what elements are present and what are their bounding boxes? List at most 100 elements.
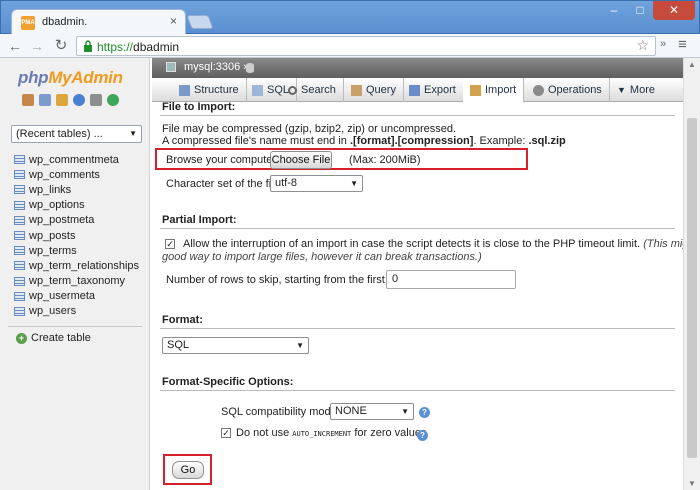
tab-label: Structure xyxy=(194,84,239,96)
format-options-title: Format-Specific Options: xyxy=(162,376,294,388)
sql-icon xyxy=(252,84,263,96)
server-breadcrumb[interactable]: mysql:3306 » xyxy=(184,61,249,73)
forward-icon[interactable]: → xyxy=(28,37,46,55)
auto-increment-help-icon[interactable]: ? xyxy=(417,430,428,441)
sidebar-table-label: wp_users xyxy=(29,305,77,318)
documentation-icon[interactable] xyxy=(90,94,102,106)
tab-structure[interactable]: Structure xyxy=(172,78,247,102)
auto-inc-suffix: for zero values xyxy=(351,427,427,439)
table-icon xyxy=(14,306,25,316)
tab-label: Operations xyxy=(548,84,602,96)
compat-label: SQL compatibility mode: xyxy=(221,406,340,418)
compat-select[interactable]: NONE ▼ xyxy=(330,403,414,420)
minimize-icon[interactable]: – xyxy=(601,1,627,20)
bookmark-star-icon[interactable]: ☆ xyxy=(636,37,649,54)
sidebar-table-label: wp_terms xyxy=(29,244,77,257)
sidebar-table-item[interactable]: wp_term_relationships xyxy=(14,258,139,273)
window-close-icon[interactable]: ✕ xyxy=(653,1,695,20)
sidebar-table-item[interactable]: wp_options xyxy=(14,198,139,213)
server-breadcrumb-bar: mysql:3306 » xyxy=(152,58,683,78)
sidebar-icon-row xyxy=(22,94,119,106)
filename-note: A compressed file's name must end in .[f… xyxy=(162,135,566,147)
reload-icon[interactable]: ↻ xyxy=(52,37,70,55)
wrench-icon xyxy=(533,84,544,96)
charset-value: utf-8 xyxy=(275,177,298,189)
format-value: SQL xyxy=(167,339,190,351)
lock-icon xyxy=(84,40,92,52)
address-bar[interactable]: https://dbadmin ☆ xyxy=(76,36,656,56)
allow-interrupt-text: Allow the interruption of an import in c… xyxy=(183,238,700,250)
auto-increment-checkbox[interactable]: ✓ xyxy=(221,428,231,438)
tab-label: Import xyxy=(485,84,517,96)
format-select[interactable]: SQL ▼ xyxy=(162,337,309,354)
sidebar-table-item[interactable]: wp_usermeta xyxy=(14,289,139,304)
plus-icon: + xyxy=(16,332,27,344)
skip-rows-input[interactable]: 0 xyxy=(386,270,516,289)
chevron-down-icon: ▼ xyxy=(296,341,304,350)
sidebar-table-item[interactable]: wp_users xyxy=(14,304,139,319)
scrollbar-thumb[interactable] xyxy=(687,118,697,458)
table-icon xyxy=(14,276,25,286)
sidebar-table-item[interactable]: wp_posts xyxy=(14,228,139,243)
logo-my: My xyxy=(48,68,72,87)
sidebar-table-item[interactable]: wp_postmeta xyxy=(14,213,139,228)
help-docs-icon[interactable] xyxy=(73,94,85,106)
sidebar-table-item[interactable]: wp_terms xyxy=(14,243,139,258)
choose-file-button[interactable]: Choose File xyxy=(270,151,332,169)
create-table-label: Create table xyxy=(31,332,91,344)
table-icon xyxy=(14,261,25,271)
logo-admin: Admin xyxy=(71,68,123,87)
reload-nav-icon[interactable] xyxy=(107,94,119,106)
search-icon xyxy=(288,85,297,95)
create-table-link[interactable]: + Create table xyxy=(16,332,91,344)
auto-inc-prefix: Do not use xyxy=(236,427,293,439)
file-import-title: File to Import: xyxy=(162,101,236,113)
compat-help-icon[interactable]: ? xyxy=(419,407,430,418)
sidebar-table-item[interactable]: wp_comments xyxy=(14,167,139,182)
partial-import-title: Partial Import: xyxy=(162,214,237,226)
tab-export[interactable]: Export xyxy=(402,78,464,102)
browser-tab[interactable]: PMA dbadmin. × xyxy=(11,9,186,35)
logout-icon[interactable] xyxy=(39,94,51,106)
sidebar-table-item[interactable]: wp_links xyxy=(14,182,139,197)
tab-more[interactable]: ▼ More xyxy=(610,78,662,102)
sql-query-icon[interactable] xyxy=(56,94,68,106)
sidebar-table-label: wp_term_taxonomy xyxy=(29,275,125,288)
phpmyadmin-logo[interactable]: phpMyAdmin xyxy=(18,68,123,88)
auto-inc-code: AUTO_INCREMENT xyxy=(292,430,352,438)
tab-import[interactable]: Import xyxy=(463,78,525,103)
go-button[interactable]: Go xyxy=(172,461,204,479)
scroll-down-icon[interactable]: ▼ xyxy=(688,479,696,488)
recent-tables-value: (Recent tables) ... xyxy=(16,128,103,140)
filename-pattern: .[format].[compression] xyxy=(349,135,474,147)
top-menu-tabs: Structure SQL Search Query Export Import… xyxy=(152,78,683,103)
table-icon xyxy=(14,200,25,210)
charset-select[interactable]: utf-8 ▼ xyxy=(270,175,363,192)
tab-query[interactable]: Query xyxy=(344,78,404,102)
sidebar-table-item[interactable]: wp_term_taxonomy xyxy=(14,274,139,289)
sidebar-table-item[interactable]: wp_commentmeta xyxy=(14,152,139,167)
vertical-scrollbar[interactable]: ▲ ▼ xyxy=(683,58,700,490)
auto-increment-text: Do not use AUTO_INCREMENT for zero value… xyxy=(236,427,426,439)
sidebar-table-label: wp_postmeta xyxy=(29,214,95,227)
tab-close-icon[interactable]: × xyxy=(170,14,177,28)
recent-tables-select[interactable]: (Recent tables) ... ▼ xyxy=(11,125,142,143)
browser-menu-icon[interactable]: ≡ xyxy=(678,36,687,53)
logo-php: php xyxy=(18,68,49,87)
scroll-up-icon[interactable]: ▲ xyxy=(688,60,696,69)
allow-interrupt-checkbox[interactable]: ✓ xyxy=(165,239,175,249)
back-icon[interactable]: ← xyxy=(6,37,24,55)
tab-search[interactable]: Search xyxy=(281,78,344,102)
compat-value: NONE xyxy=(335,405,367,417)
new-tab-button[interactable] xyxy=(186,15,214,29)
home-icon[interactable] xyxy=(22,94,34,106)
tab-operations[interactable]: Operations xyxy=(526,78,610,102)
extensions-chevron-icon[interactable]: » xyxy=(660,38,666,50)
maximize-icon[interactable]: □ xyxy=(627,1,653,20)
sidebar-table-label: wp_comments xyxy=(29,168,100,181)
tab-label: More xyxy=(629,84,655,96)
section-divider xyxy=(160,390,675,391)
table-icon xyxy=(14,246,25,256)
more-chevron-icon: ▼ xyxy=(617,85,626,95)
filename-note-prefix: A compressed file's name must end in xyxy=(162,135,350,147)
